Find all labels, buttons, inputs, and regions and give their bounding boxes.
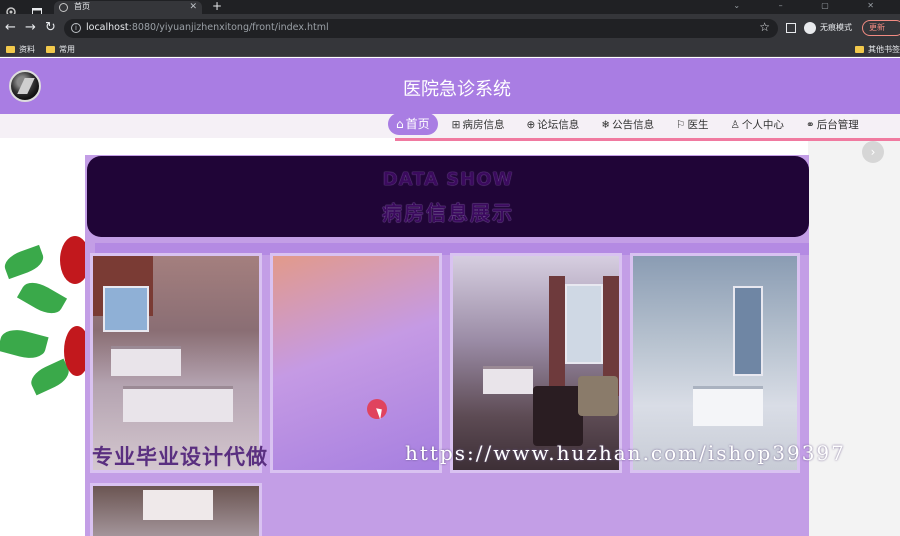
forward-icon[interactable]: → <box>25 20 36 36</box>
window-decoration <box>103 286 149 332</box>
bookmark-folder-ziliao[interactable]: 资料 <box>6 44 35 55</box>
nav-label: 公告信息 <box>612 119 655 131</box>
site-header: 医院急诊系统 <box>0 58 900 114</box>
incognito-label: 无痕模式 <box>820 23 852 32</box>
update-button[interactable]: 更新 <box>862 20 900 36</box>
folder-icon <box>6 46 15 53</box>
site-info-icon[interactable]: i <box>71 23 81 33</box>
nav-label: 后台管理 <box>816 119 859 131</box>
forum-icon: ⊕ <box>526 119 536 131</box>
bookmark-label: 常用 <box>59 45 75 54</box>
bookmark-label: 资料 <box>19 45 35 54</box>
pinned-tab-icon[interactable] <box>6 2 16 17</box>
new-tab-button[interactable]: + <box>212 0 222 13</box>
promo-watermark: 专业毕业设计代做 <box>92 445 268 469</box>
carousel-prev-slide[interactable] <box>0 231 92 406</box>
page-viewport: 医院急诊系统 ⌂ 首页 ⊞ 病房信息 ⊕ 论坛信息 ❄ 公告信息 ⚐ 医生 ♙ 个人中心 ⚭ 后台管理 ›… <box>0 58 900 536</box>
leaf-decoration <box>1 244 47 280</box>
bed-icon: ⊞ <box>451 119 461 131</box>
url-watermark: https://www.huzhan.com/ishop39397 <box>405 441 846 465</box>
bed-decoration <box>123 386 233 422</box>
showcase-heading-en: DATA SHOW <box>382 169 514 190</box>
bookmarks-bar: 资料 常用 其他书签 <box>0 42 900 57</box>
nav-label: 病房信息 <box>462 119 505 131</box>
pinned-tab-page-icon[interactable] <box>32 2 42 17</box>
bed-decoration <box>111 346 181 376</box>
ward-card-2[interactable] <box>270 253 442 473</box>
nav-label: 论坛信息 <box>537 119 580 131</box>
nav-item-user-center[interactable]: ♙ 个人中心 <box>723 114 792 136</box>
showcase-heading-cn: 病房信息展示 <box>382 201 514 225</box>
ward-card-3[interactable] <box>450 253 622 473</box>
folder-icon <box>855 46 864 53</box>
ward-card-1[interactable] <box>90 253 262 473</box>
url-text[interactable]: localhost:8080/yiyuanjizhenxitong/front/… <box>86 22 329 33</box>
nav-label: 首页 <box>405 117 430 131</box>
window-controls[interactable]: ⌄ – ▢ ✕ <box>733 0 892 12</box>
window-decoration <box>733 286 763 376</box>
ward-card-5[interactable] <box>90 483 262 536</box>
close-tab-icon[interactable]: ✕ <box>189 1 197 13</box>
nav-label: 医生 <box>687 119 709 131</box>
content-stage: › DATA SHOW 病房信息展示 专业毕业设计代做 https://www.… <box>0 141 900 536</box>
folder-icon <box>46 46 55 53</box>
carousel-next-icon[interactable]: › <box>862 141 884 163</box>
flag-icon: ⚐ <box>676 119 686 131</box>
sofa-decoration <box>578 376 618 416</box>
curtain-decoration <box>549 276 565 396</box>
url-path: :8080/yiyuanjizhenxitong/front/index.htm… <box>128 22 329 33</box>
side-panel-icon[interactable] <box>786 23 796 33</box>
leaf-decoration <box>16 276 68 320</box>
bookmark-folder-changyong[interactable]: 常用 <box>46 44 75 55</box>
link-icon: ⚭ <box>805 119 815 131</box>
site-title: 医院急诊系统 <box>403 79 511 100</box>
main-nav: ⌂ 首页 ⊞ 病房信息 ⊕ 论坛信息 ❄ 公告信息 ⚐ 医生 ♙ 个人中心 ⚭ 后台管理 <box>388 113 873 137</box>
incognito-avatar-icon[interactable] <box>804 22 816 34</box>
window-decoration <box>565 284 603 364</box>
bookmark-folder-other[interactable]: 其他书签 <box>855 44 900 55</box>
globe-icon <box>59 3 68 12</box>
home-icon: ⌂ <box>396 117 404 131</box>
browser-tab-bar: 首页 ✕ + ⌄ – ▢ ✕ <box>0 0 900 17</box>
tab-title: 首页 <box>74 2 90 11</box>
nav-item-admin[interactable]: ⚭ 后台管理 <box>798 114 867 136</box>
reload-icon[interactable]: ↻ <box>45 20 56 36</box>
notice-icon: ❄ <box>601 119 611 131</box>
bookmark-star-icon[interactable]: ☆ <box>759 20 770 34</box>
nav-item-ward-info[interactable]: ⊞ 病房信息 <box>444 114 513 136</box>
leaf-decoration <box>0 325 49 363</box>
bed-decoration <box>143 490 213 520</box>
user-icon: ♙ <box>730 119 740 131</box>
bookmark-label: 其他书签 <box>868 45 900 54</box>
back-icon[interactable]: ← <box>5 20 16 36</box>
ward-card-4[interactable] <box>630 253 800 473</box>
bed-decoration <box>483 366 533 394</box>
nav-item-home[interactable]: ⌂ 首页 <box>388 113 438 135</box>
nav-label: 个人中心 <box>741 119 784 131</box>
nav-item-forum[interactable]: ⊕ 论坛信息 <box>518 114 587 136</box>
active-tab[interactable]: 首页 ✕ <box>54 1 202 14</box>
sofa-decoration <box>533 386 583 446</box>
browser-toolbar: ← → ↻ i localhost:8080/yiyuanjizhenxiton… <box>0 14 900 42</box>
nav-item-doctor[interactable]: ⚐ 医生 <box>668 114 716 136</box>
bed-decoration <box>693 386 763 426</box>
url-host: localhost <box>86 22 129 33</box>
carousel-next-slide[interactable] <box>808 141 900 536</box>
address-bar[interactable]: i localhost:8080/yiyuanjizhenxitong/fron… <box>64 19 778 38</box>
nav-item-notice[interactable]: ❄ 公告信息 <box>593 114 662 136</box>
